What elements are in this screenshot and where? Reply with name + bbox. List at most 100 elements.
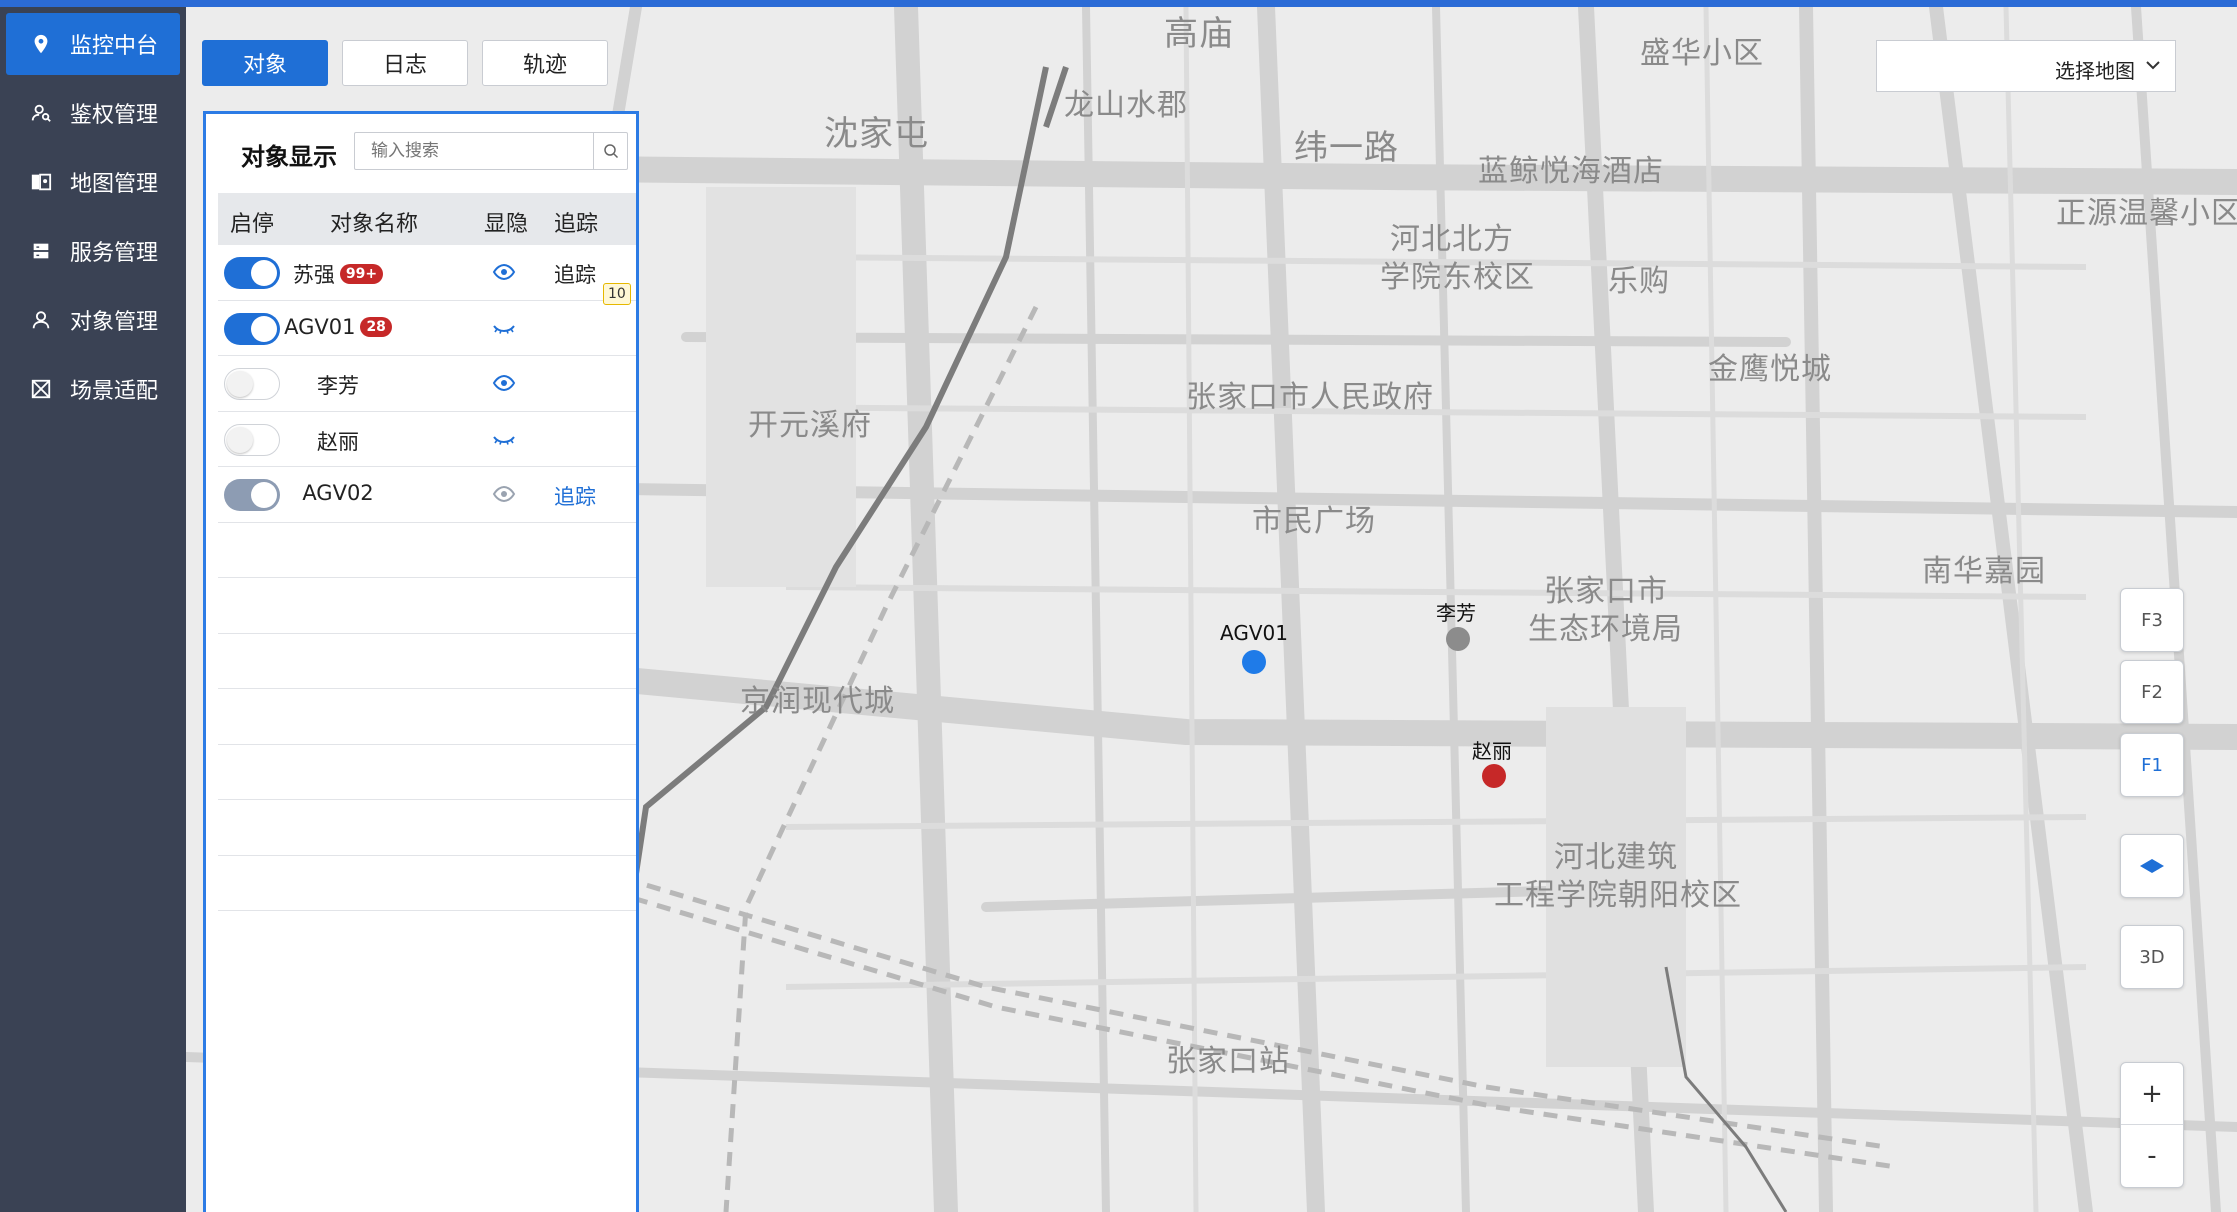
map-label: 生态环境局 [1528, 612, 1683, 647]
empty-row [218, 634, 636, 689]
sidebar-item-monitor[interactable]: 监控中台 [6, 13, 180, 75]
sidebar-item-auth[interactable]: 鉴权管理 [6, 82, 180, 144]
empty-row [218, 800, 636, 856]
object-name: AGV02 [302, 481, 374, 505]
column-header: 追踪 [554, 212, 599, 237]
map-label: 张家口市人民政府 [1186, 380, 1434, 415]
empty-row [218, 523, 636, 578]
empty-row [218, 578, 636, 634]
table-row: 赵丽 [218, 412, 636, 467]
empty-row [218, 856, 636, 911]
tab-logs[interactable]: 日志 [342, 40, 468, 86]
alert-badge: 99+ [339, 264, 384, 284]
empty-row [218, 689, 636, 745]
map-label: 工程学院朝阳校区 [1494, 878, 1742, 913]
table-row: 苏强 99+ 追踪 10 [218, 245, 636, 305]
table-row: AGV01 28 [218, 301, 636, 356]
column-header: 显隐 [484, 212, 529, 237]
track-link[interactable]: 追踪 [554, 259, 596, 289]
map-label: 盛华小区 [1640, 36, 1764, 71]
map-label: 纬一路 [1294, 128, 1399, 168]
sidebar-item-label: 服务管理 [70, 241, 159, 266]
track-link[interactable]: 追踪 [554, 481, 596, 511]
table-row: 李芳 [218, 356, 636, 412]
object-list: 苏强 99+ 追踪 10 AGV01 28 李芳 赵丽 AGV02 追踪 [218, 245, 636, 911]
location-pin-icon [28, 31, 54, 57]
column-header: 启停 [230, 212, 275, 237]
zoom-out-button[interactable]: - [2121, 1125, 2183, 1187]
object-panel: 对象显示 启停 对象名称 显隐 追踪 苏强99+ 追踪 10 AGV0128 李 [203, 111, 639, 1212]
object-name: AGV01 [284, 314, 356, 339]
map-label: 京润现代城 [740, 684, 895, 719]
table-header: 启停 对象名称 显隐 追踪 [218, 193, 636, 245]
map-label: 金鹰悦城 [1708, 352, 1832, 387]
map-label: 市民广场 [1252, 504, 1376, 539]
search-button[interactable] [593, 133, 627, 169]
sidebar: 监控中台 鉴权管理 地图管理 服务管理 对象管理 场景适配 [0, 0, 186, 1212]
map-select-label: 选择地图 [2055, 59, 2135, 83]
search-box [354, 132, 628, 170]
search-icon [603, 144, 618, 159]
user-key-icon [28, 100, 54, 126]
sidebar-item-map[interactable]: 地图管理 [6, 151, 180, 213]
layers-icon [2140, 859, 2164, 873]
sidebar-item-label: 对象管理 [70, 310, 159, 335]
map-label: 河北北方 [1390, 222, 1514, 257]
map-label: 张家口站 [1166, 1044, 1290, 1079]
sidebar-item-service[interactable]: 服务管理 [6, 220, 180, 282]
empty-row [218, 745, 636, 800]
floor-button-f3[interactable]: F3 [2120, 588, 2184, 652]
sidebar-item-label: 场景适配 [70, 379, 159, 404]
map-label: 张家口市 [1544, 574, 1668, 609]
sidebar-item-label: 鉴权管理 [70, 103, 159, 128]
server-icon [28, 238, 54, 264]
scene-icon [28, 376, 54, 402]
object-name: 苏强 [292, 263, 335, 287]
eye-closed-icon[interactable] [492, 317, 516, 339]
sidebar-item-label: 监控中台 [70, 34, 159, 59]
map-icon [28, 169, 54, 195]
tab-trajectory[interactable]: 轨迹 [482, 40, 608, 86]
map-label: 河北建筑 [1554, 840, 1678, 875]
sidebar-item-label: 地图管理 [70, 172, 159, 197]
tab-objects[interactable]: 对象 [202, 40, 328, 86]
map-label: 开元溪府 [748, 408, 872, 443]
map-label: 龙山水郡 [1064, 88, 1188, 123]
floor-button-f2[interactable]: F2 [2120, 660, 2184, 724]
map-label: 蓝鲸悦海酒店 [1478, 154, 1664, 189]
table-row: AGV02 追踪 [218, 467, 636, 523]
object-name: 李芳 [317, 374, 359, 398]
map-label: 乐购 [1608, 264, 1670, 299]
layer-toggle-button[interactable] [2120, 834, 2184, 898]
object-name: 赵丽 [317, 429, 359, 454]
map-marker-agv01[interactable] [1242, 650, 1266, 674]
eye-open-icon[interactable] [492, 483, 516, 505]
view-3d-button[interactable]: 3D [2120, 925, 2184, 989]
eye-closed-icon[interactable] [492, 428, 516, 450]
sidebar-item-scene[interactable]: 场景适配 [6, 358, 180, 420]
map-label: 正源温馨小区 [2056, 196, 2237, 231]
zoom-control: + - [2120, 1062, 2184, 1188]
top-accent-bar [0, 0, 2237, 7]
map-select-dropdown[interactable]: 选择地图 [1876, 40, 2176, 92]
column-header: 对象名称 [330, 212, 419, 237]
search-input[interactable] [355, 133, 595, 169]
eye-open-icon[interactable] [492, 261, 516, 283]
alert-badge: 28 [360, 316, 392, 337]
sidebar-item-object[interactable]: 对象管理 [6, 289, 180, 351]
map-marker-lifang[interactable] [1446, 627, 1470, 651]
map-label: 学院东校区 [1380, 260, 1535, 295]
map-label: 南华嘉园 [1922, 554, 2046, 589]
zoom-in-button[interactable]: + [2121, 1063, 2183, 1125]
map-label: 沈家屯 [824, 114, 929, 154]
marker-label-agv01: AGV01 [1220, 621, 1288, 645]
floor-button-f1[interactable]: F1 [2120, 733, 2184, 797]
user-icon [28, 307, 54, 333]
marker-label-zhaoli: 赵丽 [1472, 739, 1512, 763]
chevron-down-icon [2146, 61, 2160, 70]
marker-label-lifang: 李芳 [1436, 601, 1476, 625]
panel-title: 对象显示 [241, 143, 337, 171]
map-marker-zhaoli[interactable] [1482, 764, 1506, 788]
eye-open-icon[interactable] [492, 372, 516, 394]
map-label: 高庙 [1164, 14, 1234, 54]
